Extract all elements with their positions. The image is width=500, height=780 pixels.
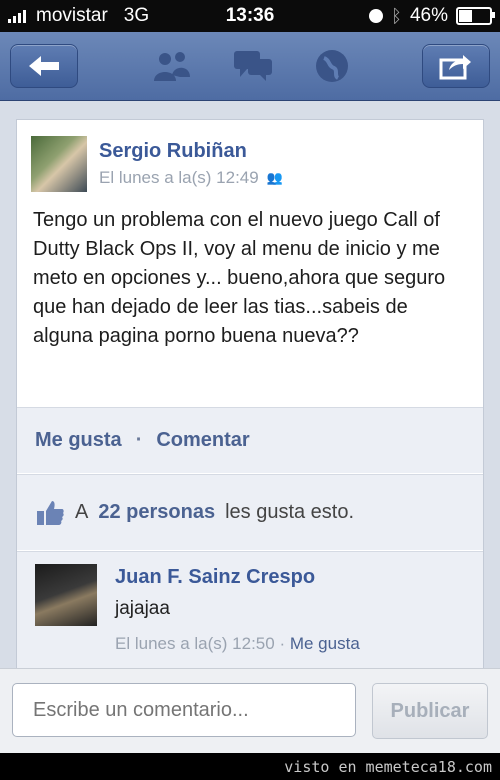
comment-input[interactable] bbox=[12, 683, 356, 737]
back-button[interactable] bbox=[10, 44, 78, 88]
battery-percent: 46% bbox=[409, 5, 448, 26]
globe-icon[interactable] bbox=[314, 48, 350, 84]
audience-friends-icon: 👥 bbox=[266, 170, 283, 185]
comment-text: jajajaa bbox=[115, 598, 170, 619]
thumbs-up-icon bbox=[37, 500, 64, 525]
comment-composer: Publicar bbox=[0, 668, 500, 754]
publish-button[interactable]: Publicar bbox=[372, 683, 488, 739]
likes-suffix: les gusta esto. bbox=[225, 501, 355, 523]
comment-like-button[interactable]: Me gusta bbox=[290, 634, 360, 653]
likes-summary[interactable]: A 22 personas les gusta esto. bbox=[17, 474, 483, 550]
back-arrow-icon bbox=[29, 56, 59, 76]
commenter-avatar[interactable] bbox=[35, 564, 97, 626]
messages-icon[interactable] bbox=[232, 49, 276, 83]
comment-item: Juan F. Sainz Crespo jajajaa El lunes a … bbox=[17, 551, 483, 670]
comment-author[interactable]: Juan F. Sainz Crespo bbox=[115, 566, 315, 589]
watermark: visto en memeteca18.com bbox=[0, 753, 500, 780]
comment-meta: El lunes a la(s) 12:50 · Me gusta bbox=[115, 634, 360, 654]
share-button[interactable] bbox=[422, 44, 490, 88]
post-actions: Me gusta · Comentar bbox=[17, 407, 483, 473]
separator-dot: · bbox=[279, 634, 286, 653]
author-avatar[interactable] bbox=[31, 136, 87, 192]
navigation-bar bbox=[0, 32, 500, 101]
battery-icon bbox=[456, 7, 495, 25]
separator-dot: · bbox=[135, 429, 143, 451]
status-bar: movistar 3G 13:36 ᛒ 46% bbox=[0, 0, 500, 32]
lock-rotation-icon bbox=[369, 9, 384, 23]
likes-prefix: A bbox=[75, 501, 89, 523]
post-timestamp[interactable]: El lunes a la(s) 12:49 bbox=[99, 168, 259, 188]
post-meta: El lunes a la(s) 12:49 👥 bbox=[99, 168, 283, 188]
share-icon bbox=[439, 55, 471, 80]
post-author[interactable]: Sergio Rubiñan bbox=[99, 140, 247, 163]
likes-count[interactable]: 22 personas bbox=[98, 501, 215, 524]
post-card: Sergio Rubiñan El lunes a la(s) 12:49 👥 … bbox=[16, 119, 484, 670]
battery-fill bbox=[459, 10, 472, 22]
bluetooth-icon: ᛒ bbox=[391, 5, 402, 26]
news-feed: Sergio Rubiñan El lunes a la(s) 12:49 👥 … bbox=[0, 101, 500, 670]
friends-icon[interactable] bbox=[150, 49, 194, 83]
like-button[interactable]: Me gusta bbox=[35, 429, 122, 452]
comment-button[interactable]: Comentar bbox=[156, 429, 249, 452]
post-body: Tengo un problema con el nuevo juego Cal… bbox=[33, 209, 446, 347]
comment-timestamp: El lunes a la(s) 12:50 bbox=[115, 634, 275, 653]
